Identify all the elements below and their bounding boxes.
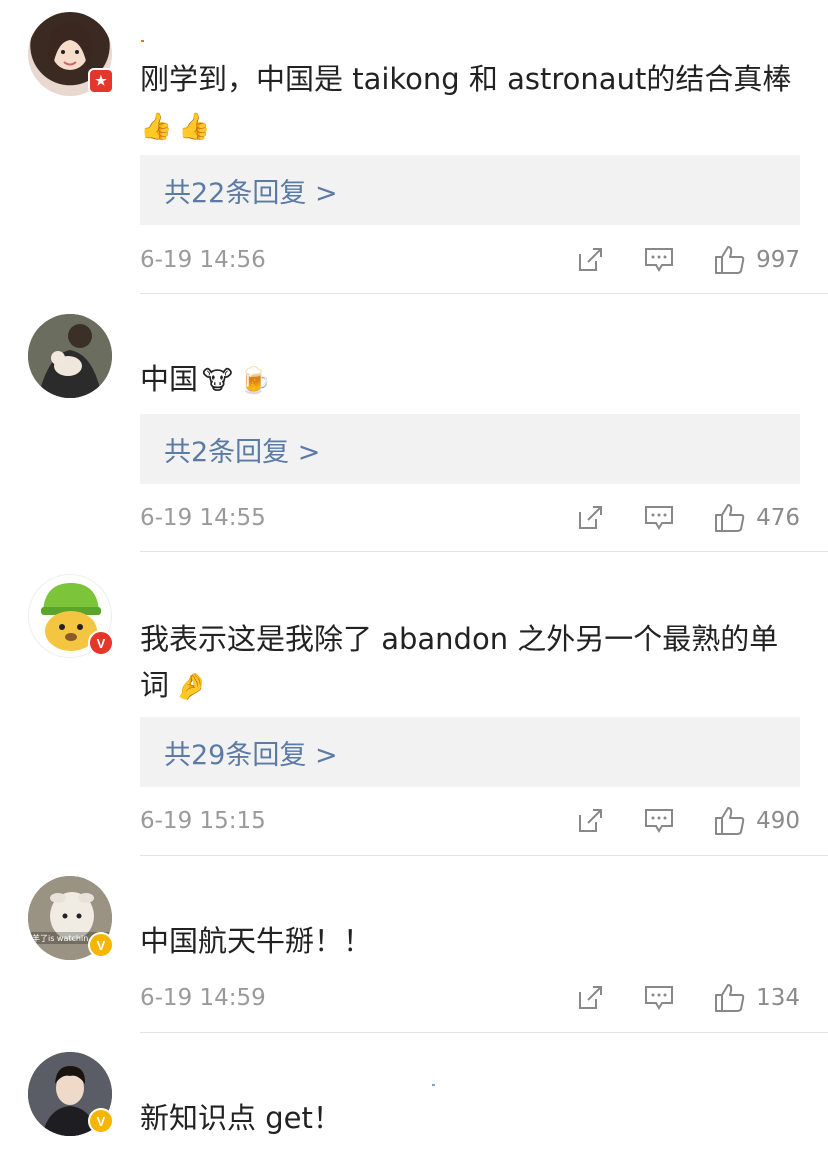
share-icon [579,986,603,1009]
comment-timestamp: 6-19 14:55 [140,505,266,531]
user-avatar[interactable]: 羊了is watchin V [28,876,114,960]
comment-icon [645,506,674,530]
avatar-caption: 羊了is watchin [32,933,88,943]
comment-text-content: 中国 [140,362,199,396]
comment-text-content: 刚学到，中国是 taikong 和 astronaut的结合真棒 [140,62,792,96]
like-button[interactable]: 476 [714,503,800,533]
share-button[interactable] [576,984,604,1012]
share-button[interactable] [576,246,604,274]
like-button[interactable]: 490 [714,806,800,836]
comment-timestamp: 6-19 14:59 [140,985,266,1011]
like-count: 476 [756,505,800,531]
divider [140,855,828,856]
view-replies-link[interactable]: 共2条回复 > [140,414,800,484]
thumbs-up-icon [715,246,745,274]
view-replies-link[interactable]: 共22条回复 > [140,155,800,225]
share-button[interactable] [576,504,604,532]
pinched-fingers-emoji: 🤌 [175,672,208,702]
like-count: 490 [756,808,800,834]
comment-icon [645,986,674,1010]
beer-mug-emoji: 🍺 [238,366,272,396]
verified-badge-icon: V [88,932,114,958]
verified-badge-icon: V [88,630,114,656]
comment-button[interactable] [644,246,674,274]
comment-icon [645,809,674,833]
comment-timestamp: 6-19 14:56 [140,247,266,273]
comment-text: 刚学到，中国是 taikong 和 astronaut的结合真棒 👍 👍 [140,56,800,150]
like-count: 134 [756,985,800,1011]
share-icon [579,506,603,529]
comment-timestamp: 6-19 15:15 [140,808,266,834]
comment-text-content: 我表示这是我除了 abandon 之外另一个最熟的单词 [140,622,779,702]
flag-badge-icon: ★ [88,68,114,94]
comment-text: 我表示这是我除了 abandon 之外另一个最熟的单词 🤌 [140,616,800,710]
comment-icon [645,248,674,272]
divider [140,551,828,552]
comment-text-content: 中国航天牛掰！！ [140,924,373,958]
comment-text: 中国航天牛掰！！ [140,918,800,964]
thumbs-up-emoji: 👍 [140,112,173,142]
thumbs-up-icon [715,807,745,835]
comment-text: 新知识点 get！ [140,1095,800,1141]
like-button[interactable]: 997 [714,245,800,275]
thumbs-up-icon [715,984,745,1012]
like-count: 997 [756,247,800,273]
user-avatar[interactable]: ★ [28,12,114,96]
user-avatar[interactable] [28,314,112,398]
comment-button[interactable] [644,984,674,1012]
thumbs-up-icon [715,504,745,532]
share-icon [579,809,603,832]
comment-text: 中国 🐮 🍺 [140,356,800,404]
user-avatar[interactable]: V [28,1052,114,1136]
user-avatar[interactable]: V [28,574,114,658]
cow-face-emoji: 🐮 [202,366,233,396]
thumbs-up-emoji: 👍 [178,112,211,142]
comment-text-content: 新知识点 get！ [140,1101,342,1135]
like-button[interactable]: 134 [714,983,800,1013]
share-icon [579,248,603,271]
share-button[interactable] [576,807,604,835]
divider [140,293,828,294]
comment-button[interactable] [644,504,674,532]
comment-button[interactable] [644,807,674,835]
view-replies-link[interactable]: 共29条回复 > [140,717,800,787]
divider [140,1032,828,1033]
verified-badge-icon: V [88,1108,114,1134]
